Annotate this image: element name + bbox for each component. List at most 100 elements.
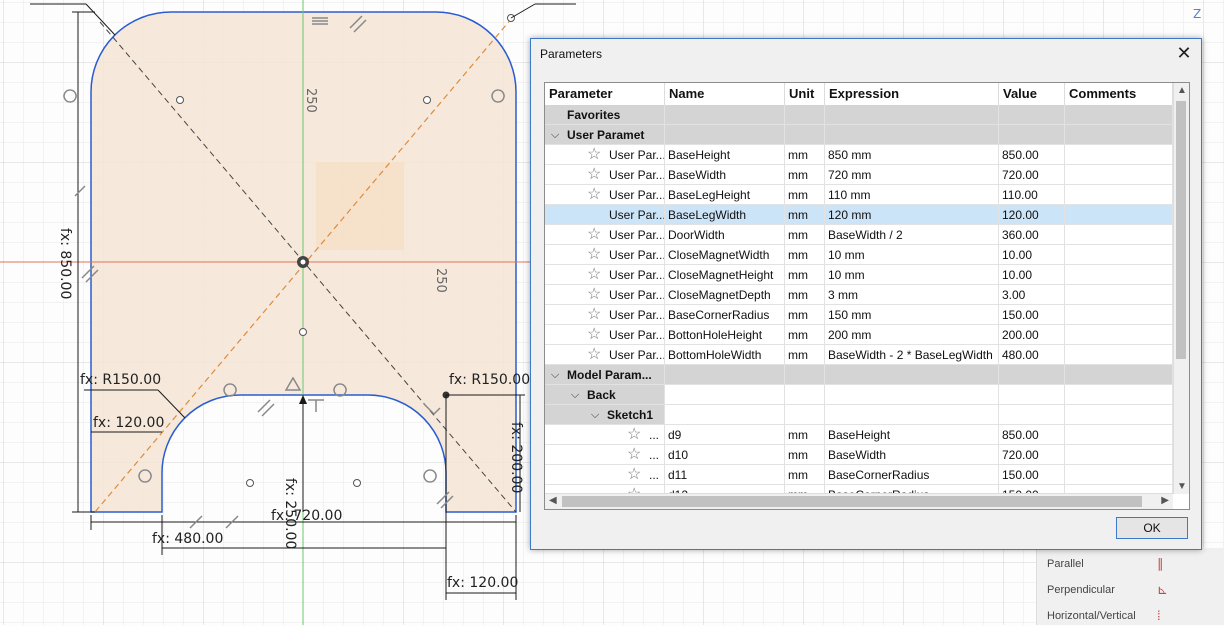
- expression-cell[interactable]: 10 mm: [825, 245, 999, 265]
- vertical-scrollbar[interactable]: ▲ ▼: [1173, 83, 1189, 494]
- table-row[interactable]: ☆ User Par... CloseMagnetDepth mm 3 mm 3.00: [545, 285, 1173, 305]
- table-row[interactable]: ☆ User Par... CloseMagnetHeight mm 10 mm 10.0…: [545, 265, 1173, 285]
- user-parameters-group[interactable]: User Paramet ⌵: [545, 125, 1173, 145]
- comments-cell: [1065, 205, 1173, 225]
- comments-cell: [1065, 165, 1173, 185]
- param-cell: User Par...: [545, 285, 665, 305]
- expand-chevron-icon[interactable]: ⌵: [588, 405, 602, 425]
- expression-cell[interactable]: [825, 105, 999, 125]
- dim-width[interactable]: fx: 720.00: [271, 508, 342, 524]
- table-row[interactable]: ☆... d10 mm BaseWidth 720.00: [545, 445, 1173, 465]
- name-cell: CloseMagnetDepth: [665, 285, 785, 305]
- expression-cell[interactable]: BaseWidth: [825, 445, 999, 465]
- value-cell: [999, 125, 1065, 145]
- expression-cell[interactable]: 150 mm: [825, 305, 999, 325]
- expression-cell[interactable]: 200 mm: [825, 325, 999, 345]
- tree-back[interactable]: Back ⌵: [545, 385, 1173, 405]
- constraint-perpendicular[interactable]: Perpendicular ⊾: [1047, 580, 1217, 600]
- expression-cell[interactable]: [825, 385, 999, 405]
- expression-cell[interactable]: BaseWidth - 2 * BaseLegWidth: [825, 345, 999, 365]
- table-row[interactable]: ☆ User Par... BaseLegHeight mm 110 mm 110.00: [545, 185, 1173, 205]
- scroll-thumb[interactable]: [1176, 101, 1186, 359]
- comments-cell: [1065, 325, 1173, 345]
- table-row[interactable]: ☆ User Par... BottomHoleWidth mm BaseWidth -…: [545, 345, 1173, 365]
- expression-cell[interactable]: 3 mm: [825, 285, 999, 305]
- comments-cell: [1065, 465, 1173, 485]
- name-cell: BaseCornerRadius: [665, 305, 785, 325]
- dim-right-leg[interactable]: fx: 120.00: [447, 575, 518, 591]
- value-cell: 360.00: [999, 225, 1065, 245]
- scroll-up-icon[interactable]: ▲: [1177, 85, 1187, 96]
- comments-cell: [1065, 385, 1173, 405]
- horizontal-scrollbar[interactable]: ◀ ▶: [545, 493, 1173, 509]
- value-cell: 720.00: [999, 445, 1065, 465]
- table-row[interactable]: ☆ User Par... DoorWidth mm BaseWidth / 2 360.…: [545, 225, 1173, 245]
- unit-cell: [785, 365, 825, 385]
- col-value[interactable]: Value: [999, 83, 1065, 105]
- expression-cell[interactable]: 120 mm: [825, 205, 999, 225]
- comments-cell: [1065, 225, 1173, 245]
- value-cell: [999, 365, 1065, 385]
- dim-hole-height[interactable]: fx: 200.00: [508, 422, 524, 493]
- expression-cell[interactable]: [825, 365, 999, 385]
- expand-chevron-icon[interactable]: ⌵: [548, 365, 562, 385]
- unit-cell: mm: [785, 305, 825, 325]
- table-row[interactable]: ☆... d9 mm BaseHeight 850.00: [545, 425, 1173, 445]
- expression-cell[interactable]: BaseWidth / 2: [825, 225, 999, 245]
- comments-cell: [1065, 125, 1173, 145]
- param-cell: User Par...: [545, 265, 665, 285]
- dim-leg-width[interactable]: fx: 120.00: [93, 415, 164, 431]
- col-unit[interactable]: Unit: [785, 83, 825, 105]
- dim-door-width[interactable]: fx: 250.00: [282, 478, 298, 549]
- dim-height[interactable]: fx: 850.00: [57, 228, 73, 299]
- constraint-horizontal-vertical[interactable]: Horizontal/Vertical ⁞: [1047, 606, 1217, 626]
- expression-cell[interactable]: 850 mm: [825, 145, 999, 165]
- col-expression[interactable]: Expression: [825, 83, 999, 105]
- table-header: Parameter Name Unit Expression Value Com…: [545, 83, 1173, 105]
- param-cell: User Par...: [545, 225, 665, 245]
- table-row[interactable]: ☆ User Par... BottonHoleHeight mm 200 mm 200.…: [545, 325, 1173, 345]
- table-row[interactable]: ☆ User Par... BaseCornerRadius mm 150 mm 150.…: [545, 305, 1173, 325]
- model-parameters-group[interactable]: Model Param... ⌵: [545, 365, 1173, 385]
- col-comments[interactable]: Comments: [1065, 83, 1173, 105]
- dialog-title: Parameters: [540, 47, 603, 61]
- expression-cell[interactable]: 10 mm: [825, 265, 999, 285]
- expand-chevron-icon[interactable]: ⌵: [568, 385, 582, 405]
- expression-cell[interactable]: BaseHeight: [825, 425, 999, 445]
- favorites-group[interactable]: Favorites: [545, 105, 1173, 125]
- close-icon[interactable]: ✕: [1175, 43, 1193, 63]
- table-row[interactable]: ☆... d11 mm BaseCornerRadius 150.00: [545, 465, 1173, 485]
- table-row[interactable]: ☆ User Par... BaseWidth mm 720 mm 720.00: [545, 165, 1173, 185]
- value-cell: 10.00: [999, 245, 1065, 265]
- expression-cell[interactable]: 720 mm: [825, 165, 999, 185]
- unit-cell: mm: [785, 185, 825, 205]
- param-cell: ...: [545, 445, 665, 465]
- expression-cell[interactable]: 110 mm: [825, 185, 999, 205]
- dim-hole-width[interactable]: fx: 480.00: [152, 531, 223, 547]
- expression-cell[interactable]: [825, 405, 999, 425]
- expand-chevron-icon[interactable]: ⌵: [548, 125, 562, 145]
- horizontal-vertical-icon: ⁞: [1157, 608, 1161, 623]
- expression-cell[interactable]: [825, 125, 999, 145]
- dim-radius-left[interactable]: fx: R150.00: [80, 372, 161, 388]
- scroll-left-icon[interactable]: ◀: [549, 495, 557, 506]
- param-cell: User Par...: [545, 345, 665, 365]
- col-parameter[interactable]: Parameter: [545, 83, 665, 105]
- value-cell: 150.00: [999, 305, 1065, 325]
- table-row[interactable]: ☆User Par...BaseLegWidthmm120 mm120.00: [545, 205, 1173, 225]
- table-row[interactable]: ☆ User Par... BaseHeight mm 850 mm 850.00: [545, 145, 1173, 165]
- tree-sketch1[interactable]: Sketch1 ⌵: [545, 405, 1173, 425]
- table-row[interactable]: ☆ User Par... CloseMagnetWidth mm 10 mm 10.00: [545, 245, 1173, 265]
- name-cell: [665, 125, 785, 145]
- ok-button[interactable]: OK: [1116, 517, 1188, 539]
- constraint-parallel[interactable]: Parallel ∥: [1047, 554, 1217, 574]
- value-cell: [999, 405, 1065, 425]
- col-name[interactable]: Name: [665, 83, 785, 105]
- comments-cell: [1065, 185, 1173, 205]
- param-cell: User Par...: [545, 245, 665, 265]
- dim-radius-right[interactable]: fx: R150.00: [449, 372, 530, 388]
- scroll-down-icon[interactable]: ▼: [1177, 481, 1187, 492]
- scroll-right-icon[interactable]: ▶: [1161, 495, 1169, 506]
- expression-cell[interactable]: BaseCornerRadius: [825, 465, 999, 485]
- scroll-thumb[interactable]: [562, 496, 1142, 507]
